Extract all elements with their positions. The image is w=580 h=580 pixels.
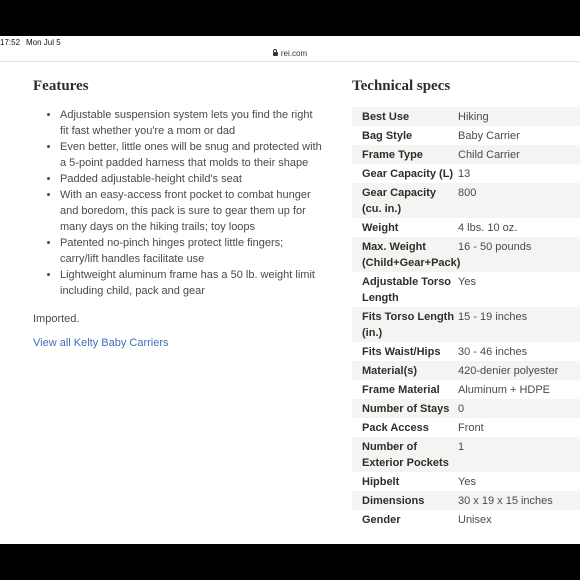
spec-value: 13	[458, 167, 471, 180]
spec-label: Number of Exterior Pockets	[362, 440, 449, 469]
spec-value: Baby Carrier	[458, 129, 520, 142]
spec-row: Fits Waist/Hips 30 - 46 inches	[352, 342, 580, 361]
imported-note: Imported.	[33, 313, 80, 325]
spec-label: Frame Type	[362, 148, 423, 161]
spec-label: Max. Weight (Child+Gear+Pack)	[362, 240, 461, 269]
spec-label: Material(s)	[362, 364, 418, 377]
spec-label: Weight	[362, 221, 399, 234]
feature-item: Even better, little ones will be snug an…	[60, 139, 323, 171]
spec-row: Bag Style Baby Carrier	[352, 126, 580, 145]
status-time: 17:52	[0, 38, 21, 47]
feature-item: Padded adjustable-height child's seat	[60, 171, 323, 187]
spec-row: Dimensions 30 x 19 x 15 inches	[352, 491, 580, 510]
bottom-letterbox	[0, 544, 580, 580]
spec-row: Fits Torso Length (in.) 15 - 19 inches	[352, 307, 580, 342]
spec-label: Dimensions	[362, 494, 425, 507]
spec-label: Gear Capacity (cu. in.)	[362, 186, 436, 215]
spec-value: Aluminum + HDPE	[458, 383, 551, 396]
spec-row: Weight 4 lbs. 10 oz.	[352, 218, 580, 237]
product-details-page: Features Adjustable suspension system le…	[0, 61, 580, 545]
spec-label: Hipbelt	[362, 475, 400, 488]
feature-item: Adjustable suspension system lets you fi…	[60, 107, 323, 139]
specs-table: Best Use Hiking Bag Style Baby Carrier Fra…	[352, 107, 580, 529]
spec-row: Adjustable Torso Length Yes	[352, 272, 580, 307]
spec-value: Yes	[458, 275, 476, 288]
spec-label: Fits Torso Length (in.)	[362, 310, 455, 339]
spec-row: Frame Type Child Carrier	[352, 145, 580, 164]
spec-label: Frame Material	[362, 383, 440, 396]
url-text: rei.com	[280, 49, 308, 58]
spec-value: 4 lbs. 10 oz.	[458, 221, 518, 234]
spec-row: Gender Unisex	[352, 510, 580, 529]
spec-value: 30 x 19 x 15 inches	[458, 494, 553, 507]
view-all-link[interactable]: View all Kelty Baby Carriers	[33, 337, 169, 349]
spec-row: Frame Material Aluminum + HDPE	[352, 380, 580, 399]
spec-value: 30 - 46 inches	[458, 345, 528, 358]
spec-label: Pack Access	[362, 421, 429, 434]
spec-value: 0	[458, 402, 465, 415]
spec-value: Child Carrier	[458, 148, 520, 161]
technical-specs-section: Technical specs Best Use Hiking Bag Style…	[352, 78, 580, 529]
spec-value: 800	[458, 186, 477, 199]
spec-label: Best Use	[362, 110, 410, 123]
spec-value: 420-denier polyester	[458, 364, 559, 377]
feature-item: Patented no-pinch hinges protect little …	[60, 235, 323, 267]
spec-value: Unisex	[458, 513, 492, 526]
spec-row: Pack Access Front	[352, 418, 580, 437]
spec-row: Number of Stays 0	[352, 399, 580, 418]
feature-item: With an easy-access front pocket to comb…	[60, 187, 323, 235]
top-letterbox	[0, 0, 580, 36]
spec-value: 1	[458, 440, 465, 453]
spec-row: Hipbelt Yes	[352, 472, 580, 491]
spec-value: Yes	[458, 475, 476, 488]
spec-row: Best Use Hiking	[352, 107, 580, 126]
spec-label: Adjustable Torso Length	[362, 275, 452, 304]
spec-value: Hiking	[458, 110, 489, 123]
spec-label: Bag Style	[362, 129, 413, 142]
url-bar[interactable]: rei.com	[0, 47, 580, 61]
specs-heading: Technical specs	[352, 78, 451, 94]
spec-label: Fits Waist/Hips	[362, 345, 441, 358]
spec-label: Number of Stays	[362, 402, 450, 415]
spec-row: Gear Capacity (L) 13	[352, 164, 580, 183]
spec-row: Material(s) 420-denier polyester	[352, 361, 580, 380]
spec-value: 16 - 50 pounds	[458, 240, 532, 253]
features-list: Adjustable suspension system lets you fi…	[33, 107, 323, 299]
feature-item: Lightweight aluminum frame has a 50 lb. …	[60, 267, 323, 299]
spec-row: Max. Weight (Child+Gear+Pack) 16 - 50 pou…	[352, 237, 580, 272]
spec-label: Gender	[362, 513, 401, 526]
spec-row: Number of Exterior Pockets 1	[352, 437, 580, 472]
features-heading: Features	[33, 78, 89, 94]
spec-row: Gear Capacity (cu. in.) 800	[352, 183, 580, 218]
spec-value: 15 - 19 inches	[458, 310, 528, 323]
status-date: Mon Jul 5	[26, 38, 61, 47]
lock-icon	[272, 49, 278, 56]
spec-label: Gear Capacity (L)	[362, 167, 454, 180]
features-section: Features Adjustable suspension system le…	[33, 78, 323, 351]
spec-value: Front	[458, 421, 484, 434]
